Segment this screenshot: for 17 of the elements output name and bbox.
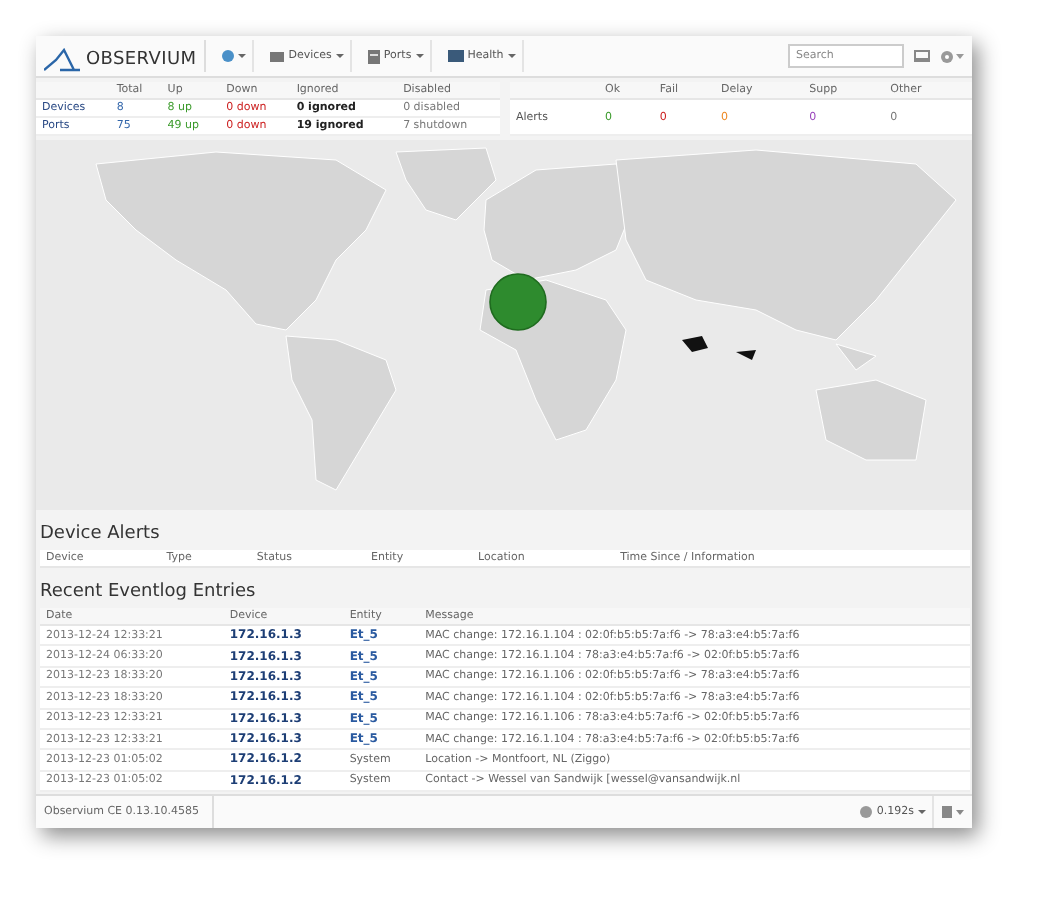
globe-menu[interactable] bbox=[216, 40, 255, 72]
location-marker[interactable] bbox=[489, 273, 547, 331]
section-title: Recent Eventlog Entries bbox=[38, 580, 258, 606]
logo-text: OBSERVIUM bbox=[86, 48, 197, 72]
settings-icon[interactable] bbox=[940, 49, 964, 63]
chart-icon bbox=[447, 50, 464, 62]
caret-icon bbox=[918, 810, 926, 814]
caret-icon bbox=[415, 54, 424, 58]
logo-icon bbox=[44, 48, 84, 72]
server-icon bbox=[270, 51, 285, 61]
logo[interactable]: OBSERVIUM bbox=[44, 40, 207, 72]
monitor-icon[interactable] bbox=[914, 50, 930, 62]
caret-icon bbox=[335, 54, 344, 58]
caret-icon bbox=[238, 54, 247, 58]
section-title: Device Alerts bbox=[38, 522, 162, 548]
port-icon bbox=[367, 49, 380, 63]
caret-icon bbox=[507, 54, 516, 58]
